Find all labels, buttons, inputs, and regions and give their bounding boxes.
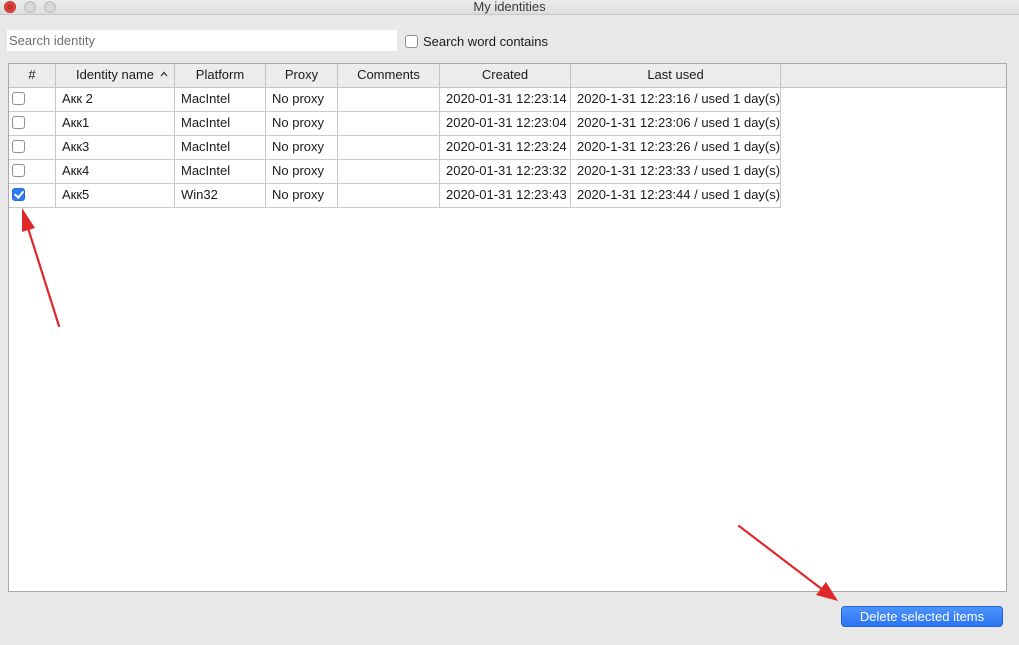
window-titlebar: My identities — [0, 0, 1019, 15]
created-cell: 2020-01-31 12:23:04 — [440, 111, 571, 135]
platform-cell: MacIntel — [175, 135, 266, 159]
identity-name-cell: Акк 2 — [56, 87, 175, 111]
platform-cell: MacIntel — [175, 111, 266, 135]
search-word-contains-checkbox[interactable] — [405, 35, 418, 48]
last-used-cell: 2020-1-31 12:23:33 / used 1 day(s) — [571, 159, 781, 183]
platform-cell: MacIntel — [175, 159, 266, 183]
comments-cell — [338, 135, 440, 159]
identity-name-cell: Акк5 — [56, 183, 175, 207]
table-header: # Identity name Platform Proxy Comments … — [9, 64, 1006, 88]
identity-name-cell: Акк1 — [56, 111, 175, 135]
last-used-cell: 2020-1-31 12:23:16 / used 1 day(s) — [571, 87, 781, 111]
platform-cell: MacIntel — [175, 87, 266, 111]
last-used-cell: 2020-1-31 12:23:44 / used 1 day(s) — [571, 183, 781, 207]
platform-cell: Win32 — [175, 183, 266, 207]
column-header-proxy[interactable]: Proxy — [266, 64, 338, 87]
table-row[interactable]: Акк5 Win32 No proxy 2020-01-31 12:23:43 … — [9, 183, 781, 208]
search-input[interactable] — [7, 30, 397, 51]
identity-name-cell: Акк3 — [56, 135, 175, 159]
column-header-index[interactable]: # — [9, 64, 56, 87]
column-header-last-used[interactable]: Last used — [571, 64, 781, 87]
row-checkbox[interactable] — [12, 140, 25, 153]
created-cell: 2020-01-31 12:23:43 — [440, 183, 571, 207]
table-row[interactable]: Акк1 MacIntel No proxy 2020-01-31 12:23:… — [9, 111, 781, 136]
delete-selected-items-button[interactable]: Delete selected items — [841, 606, 1003, 627]
proxy-cell: No proxy — [266, 183, 338, 207]
table-row[interactable]: Акк4 MacIntel No proxy 2020-01-31 12:23:… — [9, 159, 781, 184]
comments-cell — [338, 87, 440, 111]
comments-cell — [338, 111, 440, 135]
table-row[interactable]: Акк 2 MacIntel No proxy 2020-01-31 12:23… — [9, 87, 781, 112]
created-cell: 2020-01-31 12:23:24 — [440, 135, 571, 159]
last-used-cell: 2020-1-31 12:23:06 / used 1 day(s) — [571, 111, 781, 135]
row-select-cell — [9, 87, 56, 111]
row-checkbox-checked[interactable] — [12, 188, 25, 201]
last-used-cell: 2020-1-31 12:23:26 / used 1 day(s) — [571, 135, 781, 159]
comments-cell — [338, 183, 440, 207]
row-select-cell — [9, 159, 56, 183]
comments-cell — [338, 159, 440, 183]
identities-table: # Identity name Platform Proxy Comments … — [8, 63, 1007, 592]
created-cell: 2020-01-31 12:23:14 — [440, 87, 571, 111]
search-word-contains-label: Search word contains — [423, 34, 549, 49]
row-checkbox[interactable] — [12, 116, 25, 129]
created-cell: 2020-01-31 12:23:32 — [440, 159, 571, 183]
table-row[interactable]: Акк3 MacIntel No proxy 2020-01-31 12:23:… — [9, 135, 781, 160]
proxy-cell: No proxy — [266, 87, 338, 111]
row-select-cell — [9, 111, 56, 135]
row-select-cell — [9, 135, 56, 159]
column-header-comments[interactable]: Comments — [338, 64, 440, 87]
window-title: My identities — [473, 0, 546, 14]
column-header-created[interactable]: Created — [440, 64, 571, 87]
column-header-label: Identity name — [75, 67, 155, 82]
column-header-platform[interactable]: Platform — [175, 64, 266, 87]
sort-ascending-icon — [160, 71, 168, 77]
proxy-cell: No proxy — [266, 159, 338, 183]
proxy-cell: No proxy — [266, 111, 338, 135]
column-header-identity-name[interactable]: Identity name — [56, 64, 175, 87]
proxy-cell: No proxy — [266, 135, 338, 159]
row-select-cell — [9, 183, 56, 207]
row-checkbox[interactable] — [12, 164, 25, 177]
identity-name-cell: Акк4 — [56, 159, 175, 183]
row-checkbox[interactable] — [12, 92, 25, 105]
